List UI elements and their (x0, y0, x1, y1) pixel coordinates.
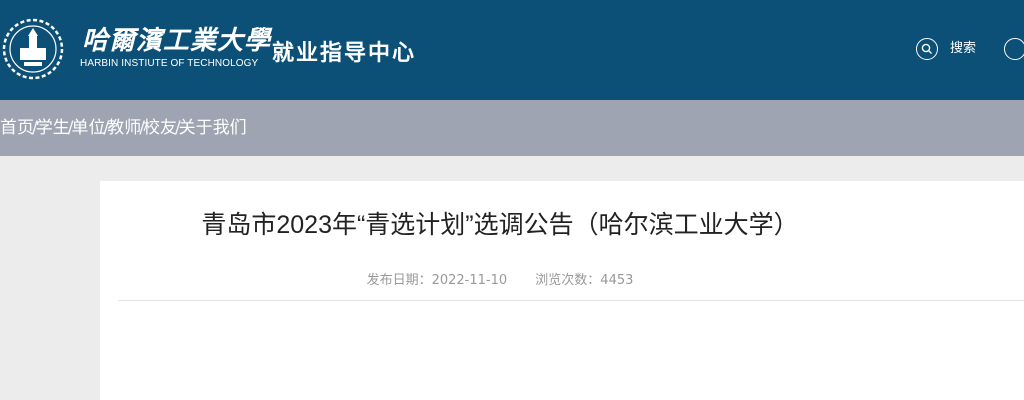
divider (118, 300, 1024, 301)
nav-separator: / (32, 118, 38, 138)
article-meta: 发布日期：2022-11-10 浏览次数：4453 (100, 269, 900, 288)
search-button[interactable]: 搜索 (916, 38, 976, 60)
publish-date: 发布日期：2022-11-10 (366, 273, 508, 288)
nav-item-alumni[interactable]: 校友 (143, 100, 177, 156)
search-label[interactable]: 搜索 (950, 37, 976, 56)
university-emblem-icon[interactable] (2, 18, 64, 80)
user-icon[interactable] (1004, 38, 1024, 60)
header-bar: 哈爾濱工業大學 HARBIN INSTIUTE OF TECHNOLOGY 就业… (0, 0, 1024, 100)
nav-separator: / (67, 118, 74, 138)
view-count: 浏览次数：4453 (535, 273, 634, 288)
nav-item-about[interactable]: 关于我们 (179, 100, 247, 156)
nav-item-teachers[interactable]: 教师 (107, 100, 141, 156)
article-title: 青岛市2023年“青选计划”选调公告（哈尔滨工业大学） (201, 211, 799, 239)
university-name-cn: 哈爾濱工業大學 (82, 26, 272, 56)
nav-separator: / (103, 118, 110, 138)
nav-separator: / (139, 118, 145, 138)
university-name-en: HARBIN INSTIUTE OF TECHNOLOGY (80, 58, 259, 69)
site-title[interactable]: 就业指导中心 (272, 39, 416, 69)
nav-item-home[interactable]: 首页 (0, 100, 34, 156)
main-nav: 首页 / 学生 / 单位 / 教师 / 校友 / 关于我们 (0, 100, 1024, 156)
nav-item-employers[interactable]: 单位 (71, 100, 105, 156)
search-icon[interactable] (916, 38, 938, 60)
nav-separator: / (174, 118, 181, 138)
nav-item-students[interactable]: 学生 (36, 100, 70, 156)
article-card: 青岛市2023年“青选计划”选调公告（哈尔滨工业大学） 发布日期：2022-11… (100, 181, 1024, 400)
